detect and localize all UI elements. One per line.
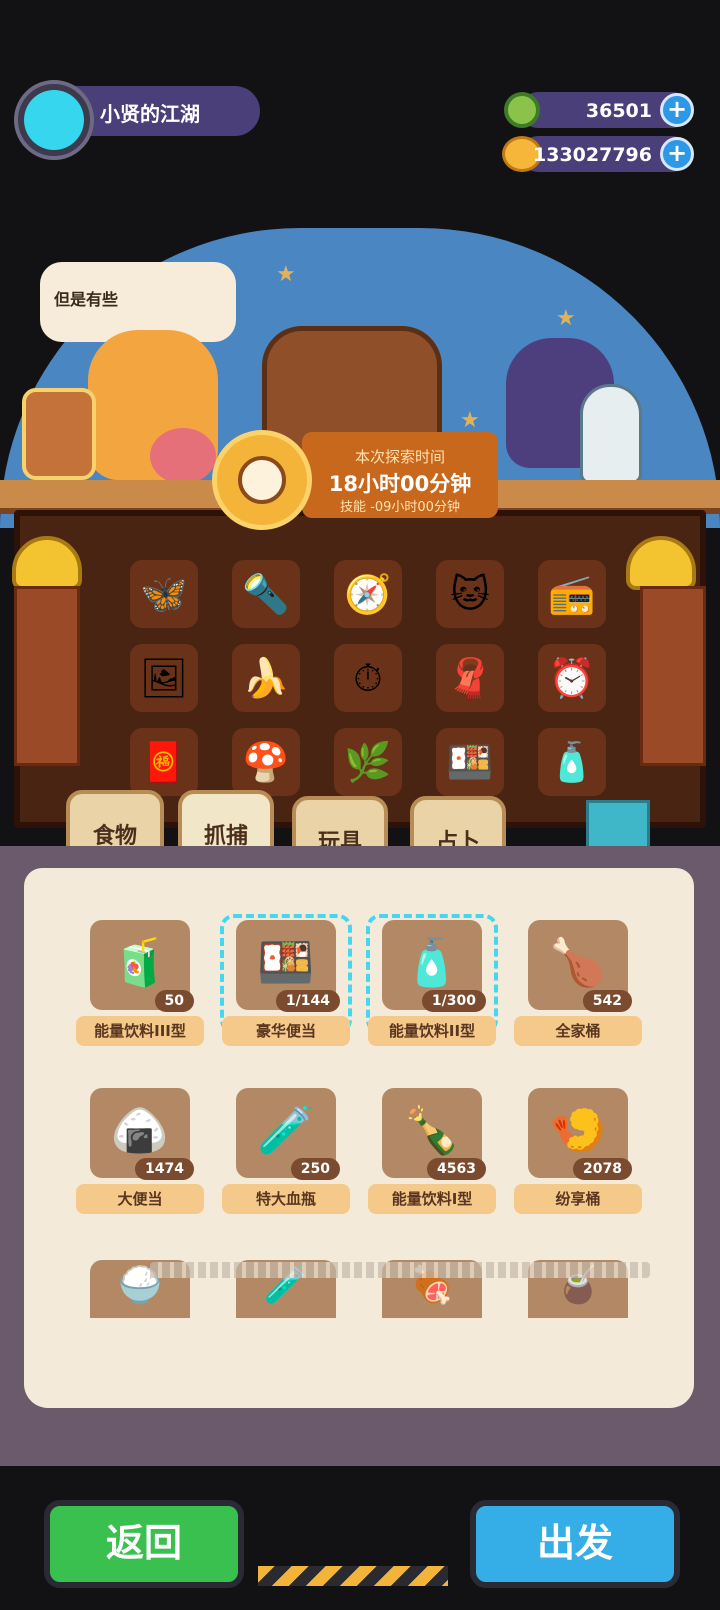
- item-count: 542: [582, 990, 632, 1012]
- add-coins-button[interactable]: +: [660, 137, 694, 171]
- star-icon: ★: [460, 408, 480, 433]
- item-count: 2078: [573, 1158, 632, 1180]
- exploration-time-label: 本次探索时间: [354, 448, 445, 466]
- coin-value: 133027796: [533, 144, 652, 166]
- item-card[interactable]: 🧃 50 能量饮料III型: [76, 920, 204, 1046]
- item-name: 能量饮料III型: [76, 1016, 204, 1046]
- item-name: 纷享桶: [514, 1184, 642, 1214]
- equipped-slot[interactable]: 📻: [538, 560, 606, 628]
- cat-avatar-icon: [24, 90, 84, 150]
- equipped-slot[interactable]: ⏱: [334, 644, 402, 712]
- depart-button[interactable]: 出发: [470, 1500, 680, 1588]
- equipped-slot[interactable]: 🧴: [538, 728, 606, 796]
- item-icon: 🍾: [403, 1102, 461, 1157]
- item-name: 豪华便当: [222, 1016, 350, 1046]
- item-name: 能量饮料II型: [368, 1016, 496, 1046]
- item-name: 能量饮料I型: [368, 1184, 496, 1214]
- equipped-slot[interactable]: 🍄: [232, 728, 300, 796]
- gem-value: 36501: [585, 100, 652, 122]
- equipped-slot[interactable]: 🔦: [232, 560, 300, 628]
- item-card[interactable]: 🧪 250 特大血瓶: [222, 1088, 350, 1214]
- item-name: 特大血瓶: [222, 1184, 350, 1214]
- speech-text: 但是有些: [54, 290, 119, 309]
- page-hint-text: [150, 1262, 650, 1278]
- back-button[interactable]: 返回: [44, 1500, 244, 1588]
- item-card[interactable]: 🍾 4563 能量饮料I型: [368, 1088, 496, 1214]
- item-card[interactable]: 🍤 2078 纷享桶: [514, 1088, 642, 1214]
- equipped-slot[interactable]: ⏰: [538, 644, 606, 712]
- hazard-stripe: [258, 1566, 448, 1586]
- clock-icon: [238, 456, 286, 504]
- equipped-slot[interactable]: 🌿: [334, 728, 402, 796]
- fish-banner: [14, 586, 80, 766]
- item-count: 4563: [427, 1158, 486, 1180]
- item-name: 全家桶: [514, 1016, 642, 1046]
- exploration-time-value: 18小时00分钟: [328, 472, 472, 496]
- item-name: 大便当: [76, 1184, 204, 1214]
- item-icon: 🧴: [403, 934, 461, 989]
- add-gems-button[interactable]: +: [660, 93, 694, 127]
- item-count: 1/300: [421, 990, 486, 1012]
- rocket-icon[interactable]: [580, 384, 642, 484]
- equipped-slot[interactable]: 🧧: [130, 728, 198, 796]
- equipped-slot[interactable]: 🐱: [436, 560, 504, 628]
- item-card[interactable]: 🍱 1/144 豪华便当: [220, 914, 352, 1046]
- equipped-slot[interactable]: 🧭: [334, 560, 402, 628]
- sword-badge-icon[interactable]: [22, 388, 96, 480]
- player-name: 小贤的江湖: [100, 102, 200, 126]
- item-count: 250: [290, 1158, 340, 1180]
- fish-banner: [640, 586, 706, 766]
- item-count: 1474: [135, 1158, 194, 1180]
- item-count: 50: [154, 990, 194, 1012]
- equipped-slot[interactable]: 🦋: [130, 560, 198, 628]
- equipped-slot[interactable]: 🍌: [232, 644, 300, 712]
- item-icon: 🧃: [111, 934, 169, 989]
- item-card[interactable]: 🧴 1/300 能量饮料II型: [366, 914, 498, 1046]
- item-icon: 🍱: [257, 934, 315, 989]
- star-icon: ★: [556, 306, 576, 331]
- item-icon: 🧪: [257, 1102, 315, 1157]
- item-icon: 🍙: [111, 1102, 169, 1157]
- equipped-slot[interactable]: 🍱: [436, 728, 504, 796]
- item-card[interactable]: 🍙 1474 大便当: [76, 1088, 204, 1214]
- item-card[interactable]: 🍗 542 全家桶: [514, 920, 642, 1046]
- skill-reduction: 技能 -09小时00分钟: [340, 500, 460, 515]
- item-icon: 🍗: [549, 934, 607, 989]
- equipped-slot[interactable]: 🖼: [130, 644, 198, 712]
- star-icon: ★: [276, 262, 296, 287]
- yarn-ball-icon: [150, 428, 216, 484]
- item-icon: 🍤: [549, 1102, 607, 1157]
- equipped-slot[interactable]: 🧣: [436, 644, 504, 712]
- item-count: 1/144: [275, 990, 340, 1012]
